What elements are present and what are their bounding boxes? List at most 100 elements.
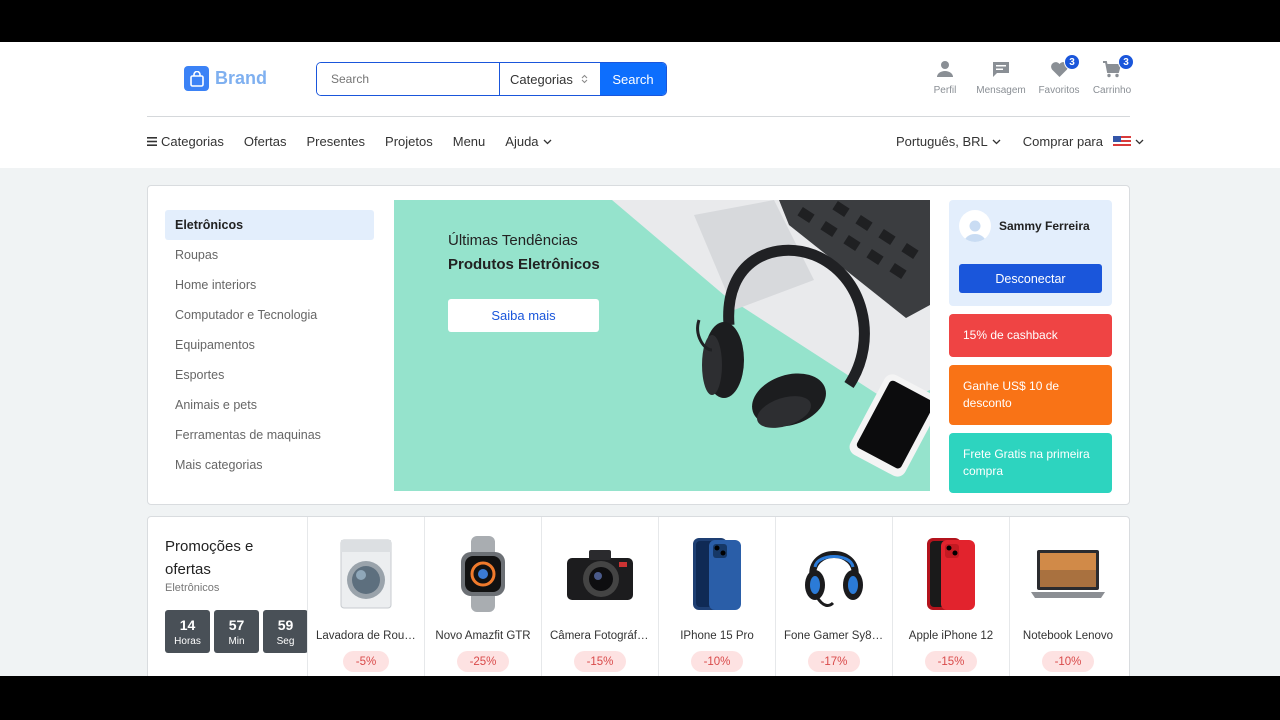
promo-free-shipping[interactable]: Frete Gratis na primeira compra xyxy=(949,433,1112,493)
timer-seconds-value: 59 xyxy=(277,616,294,633)
user-card: Sammy Ferreira Desconectar xyxy=(949,200,1112,306)
cart-label: Carrinho xyxy=(1092,85,1132,96)
timer-seconds-unit: Seg xyxy=(276,635,295,647)
hero-section: Eletrônicos Roupas Home interiors Comput… xyxy=(147,185,1130,505)
nav-categories[interactable]: Categorias xyxy=(147,134,224,149)
product-name: Fone Gamer Sy830 xyxy=(784,630,884,642)
top-bar: Brand Categorias Search Perfil Mensagem xyxy=(0,42,1280,168)
product-name: Apple iPhone 12 xyxy=(908,630,994,642)
user-icon xyxy=(936,58,954,80)
category-item-animais[interactable]: Animais e pets xyxy=(165,390,374,420)
cart-link[interactable]: Carrinho 3 xyxy=(1091,54,1134,96)
laptop-icon xyxy=(1010,534,1126,614)
logout-button[interactable]: Desconectar xyxy=(959,264,1102,293)
favorites-count-badge: 3 xyxy=(1064,54,1080,70)
category-select[interactable]: Categorias xyxy=(500,63,600,95)
product-name: Novo Amazfit GTR xyxy=(435,630,531,642)
category-list: Eletrônicos Roupas Home interiors Comput… xyxy=(165,210,374,480)
category-item-mais[interactable]: Mais categorias xyxy=(165,450,374,480)
product-card[interactable]: Fone Gamer Sy830 -17% xyxy=(775,517,892,676)
header-divider xyxy=(147,116,1130,117)
category-select-value: Categorias xyxy=(510,71,573,87)
camera-icon xyxy=(542,534,658,614)
discount-badge: -10% xyxy=(1041,651,1095,672)
messages-label: Mensagem xyxy=(976,85,1026,96)
discount-badge: -10% xyxy=(690,651,744,672)
category-item-esportes[interactable]: Esportes xyxy=(165,360,374,390)
product-card[interactable]: Notebook Lenovo -10% xyxy=(1009,517,1126,676)
product-list: Lavadora de Roupas -5% Novo Amazfit GTR … xyxy=(307,517,1126,676)
favorites-label: Favoritos xyxy=(1038,85,1080,96)
category-item-roupas[interactable]: Roupas xyxy=(165,240,374,270)
ship-to-select[interactable]: Comprar para xyxy=(1023,134,1144,149)
nav-gifts[interactable]: Presentes xyxy=(307,134,366,149)
category-item-ferramentas[interactable]: Ferramentas de maquinas xyxy=(165,420,374,450)
banner-subtitle: Últimas Tendências xyxy=(448,232,578,249)
countdown-timer: 14 Horas 57 Min 59 Seg xyxy=(165,610,308,653)
search-button[interactable]: Search xyxy=(600,63,666,95)
timer-minutes: 57 Min xyxy=(214,610,259,653)
washing-machine-icon xyxy=(308,534,424,614)
product-card[interactable]: Novo Amazfit GTR -25% xyxy=(424,517,541,676)
nav-help[interactable]: Ajuda xyxy=(505,134,551,149)
cart-count-badge: 3 xyxy=(1118,54,1134,70)
banner-title: Produtos Eletrônicos xyxy=(448,256,600,273)
nav-offers[interactable]: Ofertas xyxy=(244,134,287,149)
user-sidebar: Sammy Ferreira Desconectar 15% de cashba… xyxy=(949,200,1112,493)
us-flag-icon xyxy=(1112,135,1131,148)
timer-hours: 14 Horas xyxy=(165,610,210,653)
search-input[interactable] xyxy=(317,63,500,95)
language-select[interactable]: Português, BRL xyxy=(896,134,1001,149)
chevron-down-icon xyxy=(1135,139,1144,144)
promo-cashback[interactable]: 15% de cashback xyxy=(949,314,1112,357)
shopping-bag-icon xyxy=(184,66,209,91)
nav-projects[interactable]: Projetos xyxy=(385,134,433,149)
user-avatar-icon xyxy=(964,220,986,242)
favorites-link[interactable]: Favoritos 3 xyxy=(1037,54,1081,96)
chevron-down-icon xyxy=(543,139,551,144)
product-card[interactable]: IPhone 15 Pro -10% xyxy=(658,517,775,676)
avatar xyxy=(959,210,991,242)
product-card[interactable]: Câmera Fotográfica -15% xyxy=(541,517,658,676)
category-item-home-interiors[interactable]: Home interiors xyxy=(165,270,374,300)
hero-banner: Últimas Tendências Produtos Eletrônicos … xyxy=(394,200,930,491)
chevron-down-icon xyxy=(992,139,1001,144)
product-card[interactable]: Apple iPhone 12 -15% xyxy=(892,517,1009,676)
menu-icon xyxy=(147,137,157,146)
profile-link[interactable]: Perfil xyxy=(925,58,965,96)
messages-link[interactable]: Mensagem xyxy=(975,58,1027,96)
user-name: Sammy Ferreira xyxy=(999,219,1090,233)
offers-section: Promoções e ofertas Eletrônicos 14 Horas… xyxy=(147,516,1130,676)
brand-name: Brand xyxy=(215,68,268,88)
timer-seconds: 59 Seg xyxy=(263,610,308,653)
offers-title: Promoções e ofertas xyxy=(165,538,254,578)
phone-blue-icon xyxy=(659,534,775,614)
discount-badge: -5% xyxy=(342,651,390,672)
nav-categories-label: Categorias xyxy=(161,134,224,149)
offers-subtitle: Eletrônicos xyxy=(165,582,220,594)
product-card[interactable]: Lavadora de Roupas -5% xyxy=(307,517,424,676)
timer-hours-value: 14 xyxy=(179,616,196,633)
timer-hours-unit: Horas xyxy=(174,635,201,647)
timer-minutes-unit: Min xyxy=(228,635,245,647)
headset-icon xyxy=(776,534,892,614)
product-name: Lavadora de Roupas xyxy=(316,630,416,642)
brand-logo-link[interactable]: Brand xyxy=(184,66,267,91)
nav-menu[interactable]: Menu xyxy=(453,134,486,149)
header-actions: Perfil Mensagem Favoritos 3 Carrinho 3 xyxy=(925,54,1143,96)
category-item-equipamentos[interactable]: Equipamentos xyxy=(165,330,374,360)
discount-badge: -15% xyxy=(924,651,978,672)
category-item-computador[interactable]: Computador e Tecnologia xyxy=(165,300,374,330)
ship-to-label: Comprar para xyxy=(1022,134,1103,149)
nav-help-label: Ajuda xyxy=(505,134,539,149)
main-nav: Categorias Ofertas Presentes Projetos Me… xyxy=(147,134,552,149)
product-name: Câmera Fotográfica xyxy=(550,630,650,642)
product-name: IPhone 15 Pro xyxy=(680,630,754,642)
promo-discount[interactable]: Ganhe US$ 10 de desconto xyxy=(949,365,1112,425)
learn-more-button[interactable]: Saiba mais xyxy=(448,299,599,332)
category-item-eletronicos[interactable]: Eletrônicos xyxy=(165,210,374,240)
timer-minutes-value: 57 xyxy=(228,616,245,633)
phone-red-icon xyxy=(893,534,1009,614)
page: Brand Categorias Search Perfil Mensagem xyxy=(0,42,1280,676)
nav-right: Português, BRL Comprar para xyxy=(896,134,1144,149)
